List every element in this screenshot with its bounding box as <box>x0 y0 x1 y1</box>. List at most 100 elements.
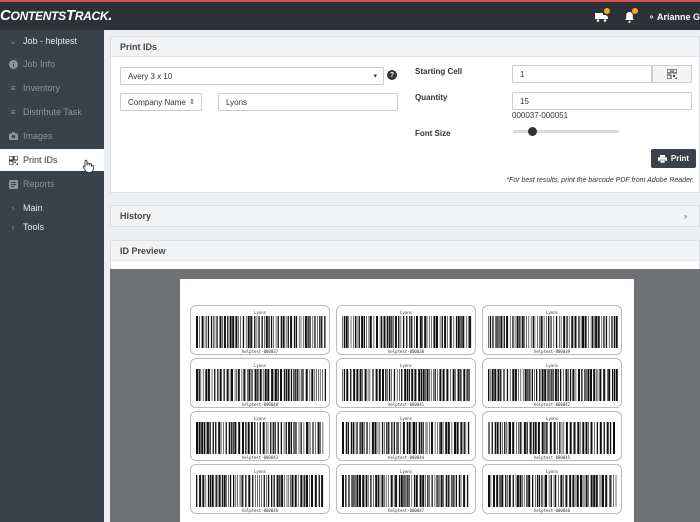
font-size-label: Font Size <box>415 129 451 138</box>
sidebar-item-images[interactable]: Images <box>0 125 104 147</box>
chevron-right-icon: › <box>11 222 15 232</box>
barcode-label-code: helptest-000044 <box>387 455 425 460</box>
barcode-label: Lyons helptest-000044 <box>336 411 476 461</box>
caret-down-icon: ▾ <box>373 73 377 80</box>
barcode-label-name: Lyons <box>399 469 413 474</box>
barcode-image <box>342 422 470 454</box>
notification-badge <box>604 8 610 14</box>
chevron-down-icon: ⌄ <box>9 35 17 46</box>
barcode-label: Lyons helptest-000048 <box>482 464 622 514</box>
template-select[interactable]: Avery 3 x 10 ▾ <box>120 67 384 85</box>
barcode-label-code: helptest-000047 <box>387 508 425 513</box>
print-button[interactable]: Print <box>651 149 696 168</box>
user-icon <box>650 15 653 19</box>
starting-cell-input[interactable]: 1 <box>512 65 652 83</box>
barcode-label-name: Lyons <box>399 310 413 315</box>
truck-icon[interactable] <box>594 8 610 24</box>
up-down-caret-icon: ⇕ <box>189 99 195 106</box>
notification-badge <box>632 8 638 14</box>
list-icon: ≡ <box>10 107 16 117</box>
barcode-label: Lyons helptest-000046 <box>190 464 330 514</box>
camera-icon <box>8 132 18 140</box>
barcode-label-code: helptest-000045 <box>533 455 571 460</box>
barcode-label-name: Lyons <box>253 363 267 368</box>
barcode-label: Lyons helptest-000043 <box>190 411 330 461</box>
list-icon: ≡ <box>10 83 16 93</box>
id-range-text: 000037-000051 <box>512 111 569 120</box>
barcode-label-code: helptest-000043 <box>241 455 279 460</box>
barcode-label: Lyons helptest-000038 <box>336 305 476 355</box>
history-panel[interactable]: History › <box>110 205 700 227</box>
barcode-label: Lyons helptest-000041 <box>336 358 476 408</box>
barcode-image <box>488 475 617 507</box>
filter-field-select[interactable]: Company Name ⇕ <box>120 93 202 111</box>
barcode-label: Lyons helptest-000045 <box>482 411 622 461</box>
barcode-label-name: Lyons <box>545 416 559 421</box>
top-bar-icons: Arianne G <box>594 8 700 26</box>
barcode-label-code: helptest-000037 <box>241 349 279 354</box>
barcode-image <box>488 316 618 348</box>
barcode-label-name: Lyons <box>545 363 559 368</box>
barcode-image <box>488 422 615 454</box>
sidebar: ⌄ Job - helptest Job Info ≡ Inventory ≡ … <box>0 30 104 522</box>
barcode-label: Lyons helptest-000037 <box>190 305 330 355</box>
info-icon <box>8 59 18 69</box>
barcode-image <box>196 422 324 454</box>
barcode-label: Lyons helptest-000039 <box>482 305 622 355</box>
qr-icon <box>667 69 677 79</box>
label-sheet: Lyons helptest-000037 Lyons helptest-000038… <box>180 279 634 522</box>
barcode-label: Lyons helptest-000042 <box>482 358 622 408</box>
top-bar: CONTENTSTRACK. Arianne G <box>0 0 700 30</box>
chevron-right-icon: › <box>11 203 15 213</box>
barcode-image <box>196 369 326 401</box>
print-note: *For best results, print the barcode PDF… <box>506 177 694 184</box>
barcode-image <box>342 316 472 348</box>
barcode-image <box>342 475 469 507</box>
filter-text-input[interactable]: Lyons <box>218 93 398 111</box>
barcode-label-name: Lyons <box>253 469 267 474</box>
barcode-label: Lyons helptest-000040 <box>190 358 330 408</box>
font-size-slider-handle[interactable] <box>528 127 537 136</box>
app-logo[interactable]: CONTENTSTRACK. <box>0 7 112 24</box>
starting-cell-label: Starting Cell <box>415 67 463 76</box>
sidebar-item-reports[interactable]: Reports <box>0 173 104 195</box>
history-title: History <box>111 206 699 226</box>
barcode-label-name: Lyons <box>545 469 559 474</box>
barcode-label: Lyons helptest-000047 <box>336 464 476 514</box>
id-preview-panel: ID Preview <box>110 240 700 270</box>
barcode-image <box>488 369 618 401</box>
barcode-label-code: helptest-000039 <box>533 349 571 354</box>
barcode-label-name: Lyons <box>399 416 413 421</box>
help-icon[interactable]: ? <box>387 70 397 80</box>
sidebar-item-job-info[interactable]: Job Info <box>0 53 104 75</box>
quantity-label: Quantity <box>415 93 448 102</box>
hand-cursor-icon <box>82 159 94 173</box>
barcode-label-code: helptest-000046 <box>241 508 279 513</box>
barcode-label-code: helptest-000042 <box>533 402 571 407</box>
quantity-input[interactable]: 15 <box>512 92 692 110</box>
barcode-label-name: Lyons <box>545 310 559 315</box>
sidebar-job-header[interactable]: ⌄ Job - helptest <box>0 30 104 52</box>
printer-icon <box>657 154 667 163</box>
user-name: Arianne G <box>656 12 700 22</box>
print-ids-panel: Print IDs Avery 3 x 10 ▾ ? Company Name … <box>110 36 700 193</box>
barcode-image <box>342 369 470 401</box>
qr-scan-button[interactable] <box>652 65 692 83</box>
print-ids-title: Print IDs <box>111 37 699 57</box>
report-icon <box>8 179 18 189</box>
barcode-label-code: helptest-000040 <box>241 402 279 407</box>
barcode-label-name: Lyons <box>253 310 267 315</box>
pdf-preview-area[interactable]: Lyons helptest-000037 Lyons helptest-000038… <box>110 269 700 522</box>
barcode-label-code: helptest-000048 <box>533 508 571 513</box>
barcode-image <box>196 316 326 348</box>
sidebar-item-distribute-task[interactable]: ≡ Distribute Task <box>0 101 104 123</box>
id-preview-title: ID Preview <box>111 241 699 261</box>
user-menu[interactable]: Arianne G <box>650 12 700 22</box>
chevron-right-icon: › <box>684 211 687 221</box>
sidebar-section-tools[interactable]: › Tools <box>0 216 104 238</box>
qr-icon <box>8 155 18 165</box>
barcode-label-name: Lyons <box>399 363 413 368</box>
sidebar-item-inventory[interactable]: ≡ Inventory <box>0 77 104 99</box>
barcode-label-code: helptest-000041 <box>387 402 425 407</box>
bell-icon[interactable] <box>622 8 638 24</box>
